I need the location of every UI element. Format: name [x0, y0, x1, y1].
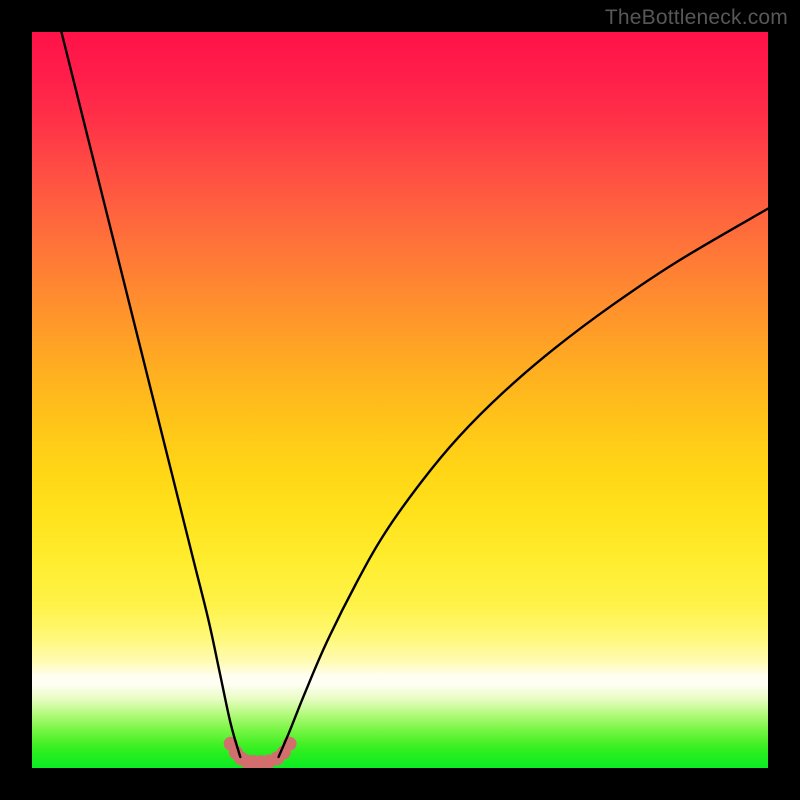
chart-svg: [32, 32, 768, 768]
plot-area: [32, 32, 768, 768]
watermark-text: TheBottleneck.com: [605, 6, 788, 30]
curve-right: [279, 209, 768, 757]
curve-left: [61, 32, 240, 757]
chart-frame: TheBottleneck.com: [0, 0, 800, 800]
